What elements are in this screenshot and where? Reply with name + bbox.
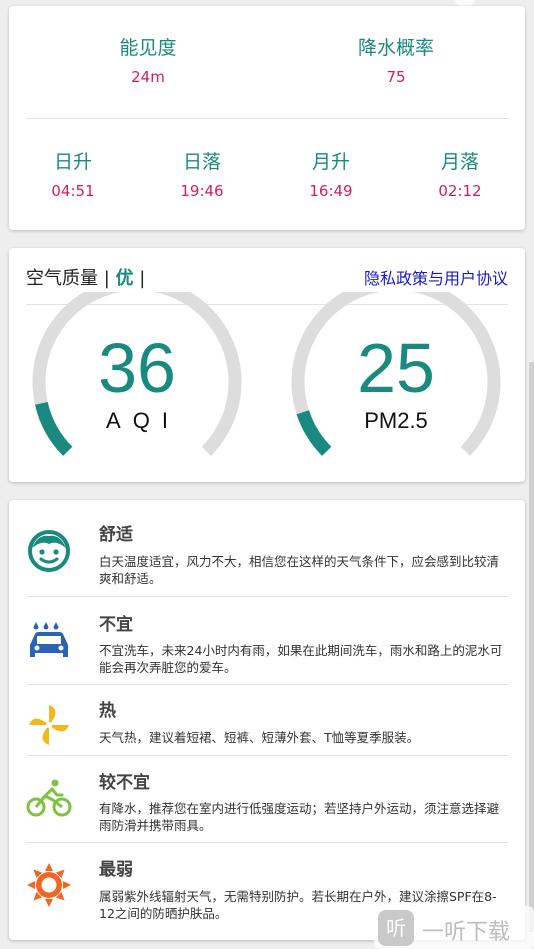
air-quality-title-prefix: 空气质量 | bbox=[26, 268, 116, 289]
divider bbox=[26, 596, 508, 597]
sunset-value: 19:46 bbox=[180, 182, 224, 200]
divider bbox=[26, 118, 508, 119]
sunset-stat: 日落 19:46 bbox=[162, 150, 242, 201]
smiley-face-icon bbox=[26, 528, 72, 574]
life-index-title: 较不宜 bbox=[99, 773, 150, 793]
sun-uv-icon bbox=[26, 862, 72, 908]
cycling-icon bbox=[26, 776, 72, 822]
pm25-value: 25 bbox=[357, 329, 435, 407]
pm25-unit: PM2.5 bbox=[364, 408, 428, 433]
visibility-value: 24m bbox=[131, 68, 165, 86]
sunrise-label: 日升 bbox=[53, 151, 92, 173]
moonset-value: 02:12 bbox=[438, 182, 482, 200]
life-index-desc: 白天温度适宜，风力不大，相信您在这样的天气条件下，应会感到比较清爽和舒适。 bbox=[99, 554, 500, 586]
divider bbox=[26, 755, 508, 756]
life-index-card: 舒适 白天温度适宜，风力不大，相信您在这样的天气条件下，应会感到比较清爽和舒适。… bbox=[9, 500, 525, 940]
aqi-value: 36 bbox=[98, 329, 176, 407]
precipitation-value: 75 bbox=[386, 68, 406, 86]
watermark-logo: 听 bbox=[378, 910, 414, 946]
privacy-policy-link[interactable]: 隐私政策与用户协议 bbox=[364, 265, 508, 289]
air-quality-title-suffix: | bbox=[133, 268, 146, 289]
sunrise-stat: 日升 04:51 bbox=[33, 150, 113, 201]
life-index-title: 最弱 bbox=[99, 860, 133, 880]
life-index-desc: 天气热，建议着短裙、短裤、短薄外套、T恤等夏季服装。 bbox=[99, 730, 420, 745]
pinwheel-icon bbox=[26, 702, 72, 748]
moonrise-stat: 月升 16:49 bbox=[291, 150, 371, 201]
sunset-label: 日落 bbox=[182, 151, 221, 173]
moonrise-label: 月升 bbox=[311, 151, 350, 173]
sunrise-value: 04:51 bbox=[51, 182, 95, 200]
life-index-title: 舒适 bbox=[99, 525, 133, 545]
aqi-gauge: 36 AQI bbox=[27, 292, 247, 482]
precipitation-label: 降水概率 bbox=[357, 37, 434, 59]
precipitation-stat: 降水概率 75 bbox=[336, 36, 456, 87]
divider bbox=[26, 842, 508, 843]
moonrise-value: 16:49 bbox=[309, 182, 353, 200]
aqi-unit: AQI bbox=[106, 408, 180, 433]
car-wash-icon bbox=[26, 619, 72, 665]
moonset-label: 月落 bbox=[440, 151, 479, 173]
watermark-text: 一听下载 bbox=[422, 920, 511, 945]
divider bbox=[26, 684, 508, 685]
life-index-desc: 不宜洗车，未来24小时内有雨，如果在此期间洗车，雨水和路上的泥水可能会再次弄脏您… bbox=[99, 643, 503, 675]
life-index-title: 热 bbox=[99, 701, 116, 721]
pm25-gauge: 25 PM2.5 bbox=[286, 292, 506, 482]
life-index-desc: 有降水，推荐您在室内进行低强度运动；若坚持户外运动，须注意选择避雨防滑并携带雨具… bbox=[99, 801, 500, 833]
life-index-title: 不宜 bbox=[99, 615, 133, 635]
watermark: 听 一听下载 bbox=[374, 906, 534, 949]
air-quality-level: 优 bbox=[115, 268, 134, 289]
air-quality-title: 空气质量 | 优 | bbox=[26, 264, 145, 290]
weather-details-card: 能见度 24m 降水概率 75 日升 04:51 日落 19:46 月升 16:… bbox=[9, 6, 525, 230]
visibility-stat: 能见度 24m bbox=[88, 36, 208, 87]
moonset-stat: 月落 02:12 bbox=[420, 150, 500, 201]
air-quality-card: 空气质量 | 优 | 隐私政策与用户协议 36 AQI 25 PM2.5 bbox=[9, 248, 525, 482]
visibility-label: 能见度 bbox=[119, 37, 177, 59]
scrollbar[interactable] bbox=[529, 362, 534, 932]
